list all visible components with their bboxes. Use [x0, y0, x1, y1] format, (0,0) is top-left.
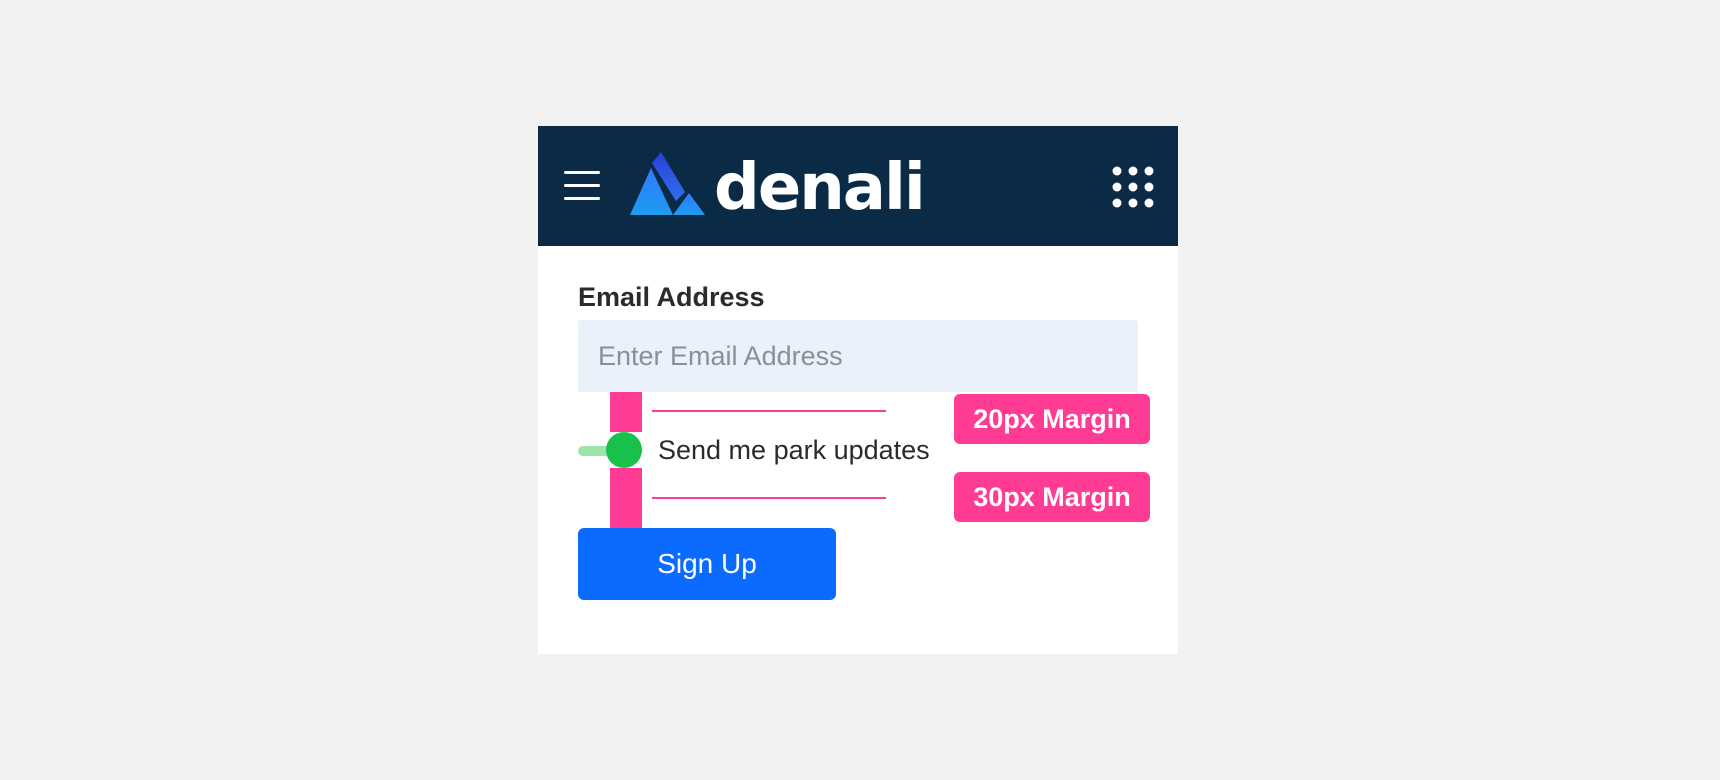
- email-field-label: Email Address: [578, 282, 765, 312]
- hamburger-menu-icon[interactable]: [564, 171, 600, 201]
- apps-grid-icon[interactable]: [1112, 166, 1154, 208]
- bottom-margin-badge: 30px Margin: [954, 472, 1150, 522]
- bottom-margin-indicator: [610, 468, 642, 528]
- sign-up-button[interactable]: Sign Up: [578, 528, 836, 600]
- bottom-margin-guide-line: [652, 497, 886, 499]
- top-margin-guide-line: [652, 410, 886, 412]
- top-margin-indicator: [610, 392, 642, 432]
- brand-wordmark: denali: [714, 151, 926, 225]
- updates-toggle[interactable]: [606, 432, 642, 468]
- top-margin-badge: 20px Margin: [954, 394, 1150, 444]
- signup-card: denali Email Address Send me park update…: [538, 126, 1178, 654]
- mountain-logo-icon: [630, 152, 705, 215]
- email-field[interactable]: [578, 320, 1138, 392]
- updates-toggle-label: Send me park updates: [658, 435, 930, 465]
- app-header: denali: [538, 126, 1178, 246]
